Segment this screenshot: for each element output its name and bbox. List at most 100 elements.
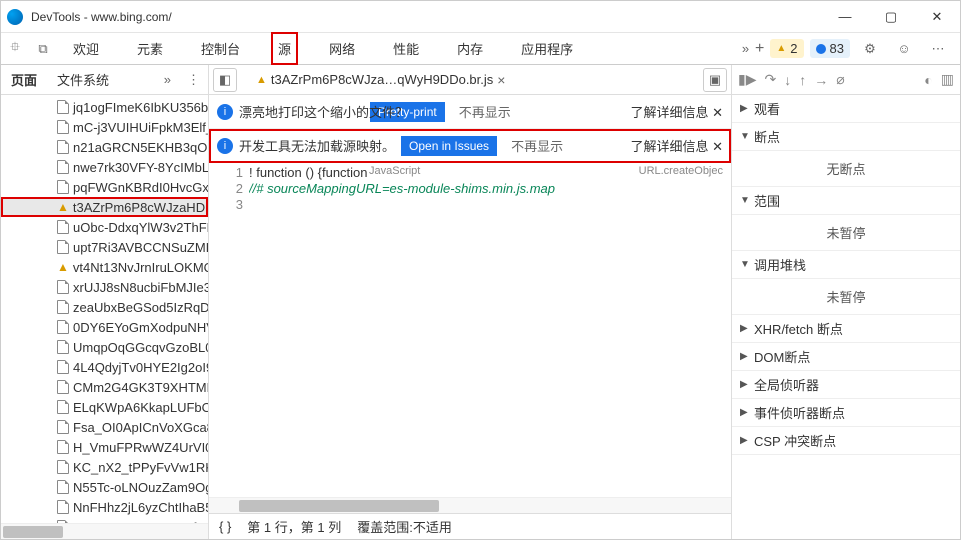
close-tab-icon[interactable]: × — [497, 72, 505, 88]
caret-right-icon: ▶ — [740, 103, 750, 114]
file-row[interactable]: zeaUbxBeGSod5IzRqD19 — [1, 297, 208, 317]
deactivate-bp-icon[interactable]: ⌀ — [836, 71, 844, 88]
info-icon: i — [217, 104, 233, 120]
feedback-icon[interactable]: ☺ — [890, 35, 918, 63]
file-row[interactable]: jq1ogFImeK6IbKU356bIv — [1, 97, 208, 117]
panel-7-header[interactable]: ▶事件侦听器断点 — [732, 399, 960, 427]
dbg-misc1-icon[interactable]: ◐ — [924, 72, 932, 88]
filesystem-tab[interactable]: 文件系统 — [47, 65, 119, 94]
left-column: 页面 文件系统 » ⋮ jq1ogFImeK6IbKU356bIv mC-j3VU… — [1, 65, 209, 539]
file-icon — [57, 240, 69, 254]
panel-8-header[interactable]: ▶CSP 冲突断点 — [732, 427, 960, 455]
left-more-icon[interactable]: » — [156, 72, 179, 87]
close-button[interactable]: ✕ — [914, 1, 960, 33]
main-tab-0[interactable]: 欢迎 — [67, 33, 105, 64]
left-hscrollbar[interactable] — [1, 523, 208, 539]
kebab-icon[interactable]: ⋯ — [924, 35, 952, 63]
file-icon — [57, 480, 69, 494]
open-in-issues-button[interactable]: Open in Issues — [401, 136, 497, 156]
app-icon — [7, 9, 23, 25]
file-row[interactable]: KC_nX2_tPPyFvVw1RK2C — [1, 457, 208, 477]
main-tab-4[interactable]: 网络 — [323, 33, 361, 64]
file-row[interactable]: pqFWGnKBRdI0HvcGxln — [1, 177, 208, 197]
editor-file-tab[interactable]: ▲ t3AZrPm6P8cWJza…qWyH9DDo.br.js × — [247, 68, 514, 92]
file-row[interactable]: n21aGRCN5EKHB3qOby — [1, 137, 208, 157]
step-over-icon[interactable]: ↷ — [764, 71, 776, 88]
pause-icon[interactable]: ▮▶ — [738, 71, 756, 88]
device-icon[interactable]: ⧉ — [29, 35, 57, 63]
main-tab-5[interactable]: 性能 — [387, 33, 425, 64]
panel-3-body: 未暂停 — [732, 279, 960, 315]
learnmore-sourcemap[interactable]: 了解详细信息 ✕ — [630, 136, 723, 155]
step-into-icon[interactable]: ↓ — [784, 72, 791, 88]
file-warn-icon: ▲ — [256, 74, 267, 86]
editor-dock-icon[interactable]: ▣ — [703, 68, 727, 92]
minimize-button[interactable]: — — [822, 1, 868, 33]
file-label: upt7Ri3AVBCCNSuZMRl — [73, 240, 208, 255]
panel-label: CSP 冲突断点 — [754, 431, 836, 450]
main-tab-3[interactable]: 源 — [272, 33, 297, 64]
panel-5-header[interactable]: ▶DOM断点 — [732, 343, 960, 371]
panel-label: DOM断点 — [754, 347, 810, 366]
file-row[interactable]: ELqKWpA6KkapLUFbOL — [1, 397, 208, 417]
file-row[interactable]: xrUJJ8sN8ucbiFbMJIe3n — [1, 277, 208, 297]
main-tabbar: ⯐ ⧉ 欢迎元素控制台源网络性能内存应用程序 » + ▲2 83 ⚙ ☺ ⋯ — [1, 33, 960, 65]
page-tab[interactable]: 页面 — [1, 65, 47, 94]
file-tree[interactable]: jq1ogFImeK6IbKU356bIv mC-j3VUIHUiFpkM3Elf… — [1, 95, 208, 523]
panel-label: 范围 — [754, 191, 780, 210]
window-titlebar: DevTools - www.bing.com/ — ▢ ✕ — [1, 1, 960, 33]
panel-0-header[interactable]: ▶观看 — [732, 95, 960, 123]
file-row[interactable]: nwe7rk30VFY-8YcIMbLt — [1, 157, 208, 177]
file-row[interactable]: uObc-DdxqYlW3v2ThFF — [1, 217, 208, 237]
code-editor[interactable]: 123 ! function () {function //# sourceMa… — [209, 163, 731, 497]
panel-label: XHR/fetch 断点 — [754, 319, 843, 338]
debugger-column: ▮▶ ↷ ↓ ↑ → ⌀ ◐ ▥ ▶观看▼断点无断点▼范围未暂停▼调用堆栈未暂停… — [732, 65, 960, 539]
nav-toggle-icon[interactable]: ◧ — [213, 68, 237, 92]
caret-down-icon: ▼ — [740, 131, 750, 142]
file-icon — [57, 220, 69, 234]
file-icon — [57, 160, 69, 174]
maximize-button[interactable]: ▢ — [868, 1, 914, 33]
file-row[interactable]: CMm2G4GK3T9XHTMBy — [1, 377, 208, 397]
dismiss-prettyprint[interactable]: 不再显示 — [459, 102, 511, 121]
file-row[interactable]: upt7Ri3AVBCCNSuZMRl — [1, 237, 208, 257]
more-tabs-icon[interactable]: » — [742, 41, 749, 56]
panel-6-header[interactable]: ▶全局侦听器 — [732, 371, 960, 399]
panel-4-header[interactable]: ▶XHR/fetch 断点 — [732, 315, 960, 343]
dbg-misc2-icon[interactable]: ▥ — [941, 71, 954, 88]
main-tab-1[interactable]: 元素 — [131, 33, 169, 64]
inspect-icon[interactable]: ⯐ — [1, 35, 29, 63]
file-label: mC-j3VUIHUiFpkM3Elf_J — [73, 120, 208, 135]
issues-warn-badge[interactable]: ▲2 — [770, 39, 803, 58]
settings-icon[interactable]: ⚙ — [856, 35, 884, 63]
file-row[interactable]: NnFHhz2jL6yzChtIhaB5l — [1, 497, 208, 517]
file-row[interactable]: N55Tc-oLNOuzZam9Og — [1, 477, 208, 497]
file-row[interactable]: mC-j3VUIHUiFpkM3Elf_J — [1, 117, 208, 137]
caret-right-icon: ▶ — [740, 407, 750, 418]
step-icon[interactable]: → — [814, 72, 828, 88]
main-tab-7[interactable]: 应用程序 — [515, 33, 579, 64]
left-kebab-icon[interactable]: ⋮ — [179, 72, 208, 88]
dismiss-sourcemap[interactable]: 不再显示 — [511, 136, 563, 155]
file-icon — [57, 400, 69, 414]
issues-info-badge[interactable]: 83 — [810, 39, 850, 58]
file-row[interactable]: ▲t3AZrPm6P8cWJzaHDi7c — [1, 197, 208, 217]
add-tab-icon[interactable]: + — [755, 40, 764, 58]
file-row[interactable]: H_VmuFPRwWZ4UrVI0m — [1, 437, 208, 457]
panel-1-header[interactable]: ▼ 断点 — [732, 123, 960, 151]
main-tab-6[interactable]: 内存 — [451, 33, 489, 64]
panel-3-header[interactable]: ▼调用堆栈 — [732, 251, 960, 279]
file-row[interactable]: Fsa_OI0ApICnVoXGca8A — [1, 417, 208, 437]
editor-hscrollbar[interactable] — [209, 497, 731, 513]
step-out-icon[interactable]: ↑ — [799, 72, 806, 88]
file-row[interactable]: 4L4QdyjTv0HYE2Ig2oI9e — [1, 357, 208, 377]
file-row[interactable]: 0DY6EYoGmXodpuNHVc — [1, 317, 208, 337]
file-row[interactable]: UmqpOqGGcqvGzoBL0l — [1, 337, 208, 357]
panel-label: 断点 — [754, 127, 780, 146]
braces-icon[interactable]: { } — [219, 519, 231, 534]
panel-2-header[interactable]: ▼范围 — [732, 187, 960, 215]
main-tab-2[interactable]: 控制台 — [195, 33, 246, 64]
learnmore-prettyprint[interactable]: 了解详细信息 ✕ — [630, 102, 723, 121]
file-label: N55Tc-oLNOuzZam9Og — [73, 480, 208, 495]
file-row[interactable]: ▲vt4Nt13NvJrnIruLOKMQ — [1, 257, 208, 277]
